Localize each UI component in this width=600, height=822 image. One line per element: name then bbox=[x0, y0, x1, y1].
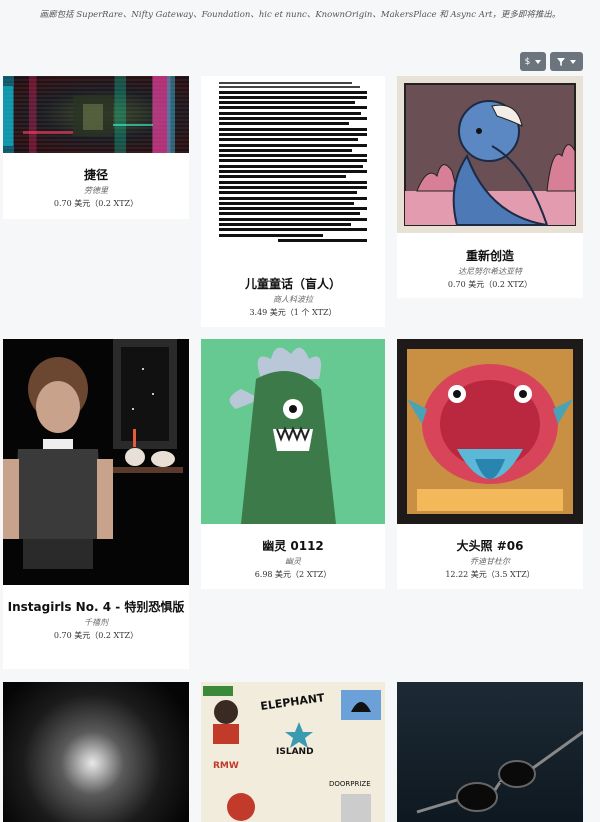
nft-card[interactable] bbox=[397, 682, 583, 822]
card-title[interactable]: 大头照 #06 bbox=[397, 538, 583, 554]
street-collage-artwork: ELEPHANT ISLAND RMW DOORPRIZE bbox=[201, 682, 385, 822]
card-artist[interactable]: 乔迪甘杜尔 bbox=[397, 556, 583, 567]
artwork-image[interactable] bbox=[201, 339, 385, 524]
collage-text-rmw: RMW bbox=[213, 761, 239, 771]
blue-figure-artwork bbox=[404, 83, 576, 226]
artwork-image[interactable] bbox=[397, 339, 583, 524]
card-artist[interactable]: 劳德里 bbox=[3, 185, 189, 196]
nft-card[interactable]: 重新创造 达尼努尔希达亚特 0.70 美元（0.2 XTZ） bbox=[397, 76, 583, 298]
nft-card[interactable] bbox=[3, 682, 189, 822]
artwork-image[interactable] bbox=[3, 339, 189, 585]
artwork-image[interactable]: ELEPHANT ISLAND RMW DOORPRIZE bbox=[201, 682, 385, 822]
artwork-image[interactable] bbox=[397, 76, 583, 233]
sunglasses-artwork bbox=[416, 730, 583, 814]
green-ghost-artwork bbox=[229, 347, 336, 524]
card-artist[interactable]: 商人科波拉 bbox=[201, 294, 385, 305]
card-artist[interactable]: 幽灵 bbox=[201, 556, 385, 567]
card-price: 0.70 美元（0.2 XTZ） bbox=[447, 280, 533, 289]
card-price: 12.22 美元（3.5 XTZ） bbox=[445, 570, 535, 579]
nft-card[interactable]: 大头照 #06 乔迪甘杜尔 12.22 美元（3.5 XTZ） bbox=[397, 339, 583, 589]
collage-text-doorprize: DOORPRIZE bbox=[329, 780, 371, 788]
card-price: 0.70 美元（0.2 XTZ） bbox=[53, 199, 139, 208]
nft-card[interactable]: 儿童童话（盲人） 商人科波拉 3.49 美元（1 个 XTZ） bbox=[201, 76, 385, 327]
artwork-image[interactable] bbox=[397, 682, 583, 822]
artwork-image[interactable] bbox=[3, 76, 189, 153]
nft-card[interactable]: 捷径 劳德里 0.70 美元（0.2 XTZ） bbox=[3, 76, 189, 219]
artwork-image[interactable] bbox=[3, 682, 189, 822]
card-title[interactable]: 重新创造 bbox=[397, 248, 583, 264]
card-artist[interactable]: 达尼努尔希达亚特 bbox=[397, 266, 583, 277]
card-title[interactable]: 幽灵 0112 bbox=[201, 538, 385, 554]
collage-text-island: ISLAND bbox=[276, 747, 314, 757]
gallery-notice: 画廊包括 SuperRare、Nifty Gateway、Foundation、… bbox=[39, 10, 561, 20]
nft-card[interactable]: 幽灵 0112 幽灵 6.98 美元（2 XTZ） bbox=[201, 339, 385, 589]
card-title[interactable]: 捷径 bbox=[3, 167, 189, 183]
nft-card[interactable]: ELEPHANT ISLAND RMW DOORPRIZE bbox=[201, 682, 385, 822]
monster-head-artwork bbox=[407, 349, 573, 514]
card-title[interactable]: 儿童童话（盲人） bbox=[201, 276, 385, 292]
card-price: 6.98 美元（2 XTZ） bbox=[254, 570, 332, 579]
card-price: 3.49 美元（1 个 XTZ） bbox=[249, 308, 337, 317]
currency-dropdown[interactable]: $ bbox=[520, 52, 546, 71]
caret-down-icon bbox=[535, 59, 542, 64]
filter-dropdown[interactable] bbox=[550, 52, 583, 71]
card-price: 0.70 美元（0.2 XTZ） bbox=[53, 631, 139, 640]
filter-icon bbox=[557, 57, 565, 66]
caret-down-icon bbox=[570, 59, 576, 64]
glitch-artwork bbox=[3, 76, 175, 153]
artwork-image[interactable] bbox=[201, 76, 385, 264]
card-title[interactable]: Instagirls No. 4 - 特别恐惧版 bbox=[3, 599, 189, 615]
pixel-girl-artwork bbox=[3, 339, 183, 569]
currency-label: $ bbox=[524, 56, 531, 67]
nft-card[interactable]: Instagirls No. 4 - 特别恐惧版 千禧剂 0.70 美元（0.2… bbox=[3, 339, 189, 669]
card-artist[interactable]: 千禧剂 bbox=[3, 617, 189, 628]
